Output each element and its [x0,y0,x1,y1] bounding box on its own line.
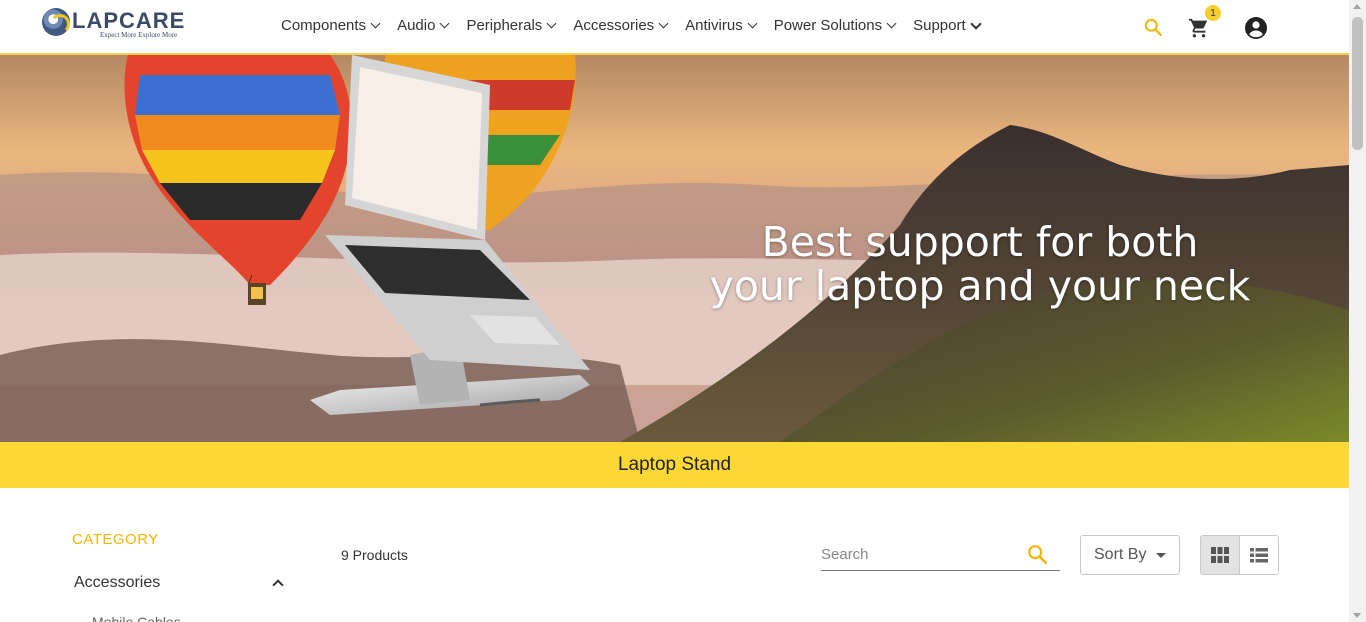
page: LAPCARE Expect More Explore More Compone… [0,0,1366,622]
nav-item-peripherals[interactable]: Peripherals [466,17,557,34]
sidebar-heading: CATEGORY [72,531,159,548]
hero-banner[interactable]: Best support for both your laptop and yo… [0,55,1349,442]
chevron-down-icon [439,18,450,29]
scroll-down-icon[interactable] [1353,613,1361,618]
chevron-down-icon [747,18,758,29]
nav-item-power-solutions[interactable]: Power Solutions [773,17,897,34]
sidebar-item-label: Accessories [74,574,161,591]
category-title-bar: Laptop Stand [0,442,1349,488]
page-scrollbar[interactable] [1349,0,1366,622]
sidebar-item-accessories[interactable]: Accessories [74,574,288,592]
category-title: Laptop Stand [617,454,732,475]
chevron-down-icon [370,18,381,29]
nav-item-label: Antivirus [685,17,743,34]
nav-item-audio[interactable]: Audio [397,17,450,34]
header-actions: 1 [1140,5,1270,42]
list-view-button[interactable] [1240,536,1279,574]
nav-item-label: Components [281,17,367,34]
logo-mark-icon [42,8,70,36]
cart-count-badge: 1 [1205,5,1221,21]
search-icon[interactable] [1026,543,1048,565]
search-input[interactable] [821,542,1021,566]
chevron-up-icon[interactable] [272,579,284,591]
search-icon[interactable] [1143,17,1163,37]
sort-label: Sort By [1094,546,1147,563]
nav-item-label: Peripherals [466,17,543,34]
scroll-up-icon[interactable] [1353,4,1361,9]
chevron-down-icon [658,18,669,29]
brand-tagline: Expect More Explore More [100,31,178,39]
banner-headline-line2: your laptop and your neck [709,262,1251,310]
list-icon [1249,547,1268,562]
grid-icon [1210,547,1229,563]
nav-item-label: Power Solutions [773,17,883,34]
grid-view-button[interactable] [1201,536,1240,574]
nav-item-label: Audio [397,17,436,34]
nav-item-antivirus[interactable]: Antivirus [685,17,758,34]
site-header: LAPCARE Expect More Explore More Compone… [0,0,1349,55]
nav-item-accessories[interactable]: Accessories [573,17,669,34]
nav-item-components[interactable]: Components [281,17,381,34]
product-count: 9 Products [341,547,408,563]
main-nav: Components Audio Peripherals Accessories… [281,17,998,34]
sidebar-subitem[interactable]: Mobile Cables [92,614,181,622]
banner-headline-line1: Best support for both [761,218,1199,266]
nav-item-label: Accessories [573,17,655,34]
caret-down-icon [1156,553,1166,558]
brand-logo[interactable]: LAPCARE Expect More Explore More [42,8,212,44]
product-search [821,538,1060,571]
sort-dropdown[interactable]: Sort By [1080,535,1180,575]
chevron-down-icon [969,17,982,30]
nav-item-label: Support [913,17,966,34]
cart-icon[interactable] [1188,17,1210,39]
banner-headline: Best support for both your laptop and yo… [700,220,1260,308]
chevron-down-icon [546,18,557,29]
account-icon[interactable] [1244,16,1268,40]
scroll-thumb[interactable] [1352,17,1363,150]
view-toggle [1200,535,1279,575]
chevron-down-icon [886,18,897,29]
nav-item-support[interactable]: Support [913,17,982,34]
